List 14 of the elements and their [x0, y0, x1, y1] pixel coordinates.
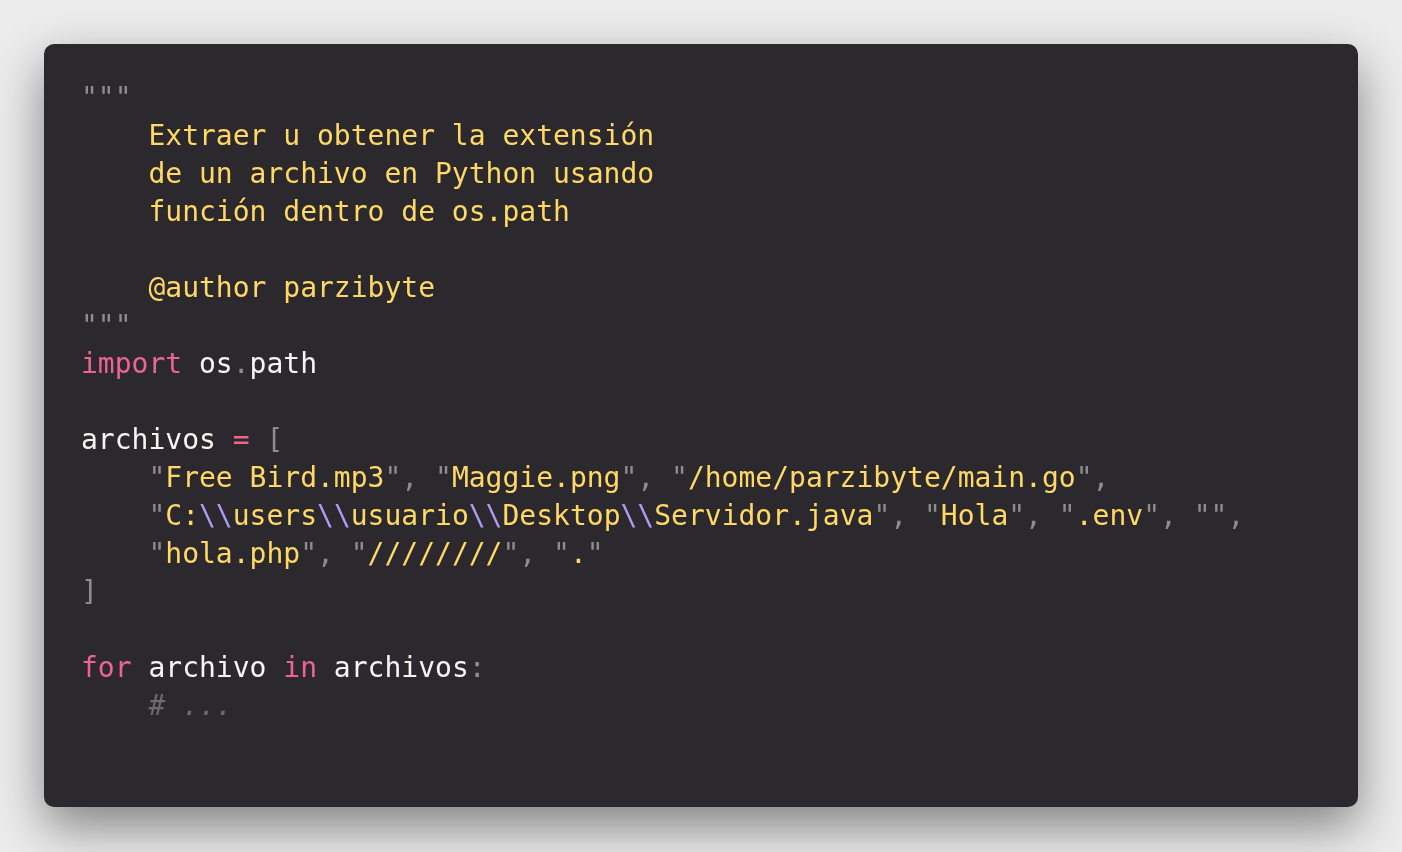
code-comment: # ...: [147, 688, 233, 724]
code-line: "C:\\users\\usuario\\Desktop\\Servidor.java", "Hola", ".env", "",: [147, 498, 1245, 534]
code-line: """: [81, 308, 132, 344]
code-line: ]: [81, 574, 98, 610]
code-line: "Free Bird.mp3", "Maggie.png", "/home/parzibyte/main.go",: [147, 460, 1110, 496]
code-line: Extraer u obtener la extensión: [147, 118, 655, 154]
code-line: """: [81, 80, 132, 116]
code-line: "hola.php", "////////", ".": [147, 536, 604, 572]
code-line: de un archivo en Python usando: [147, 156, 655, 192]
code-line: archivos = [: [81, 422, 284, 458]
code-line: for archivo in archivos:: [81, 650, 486, 686]
code-line: import os.path: [81, 346, 318, 382]
code-line: función dentro de os.path: [147, 194, 570, 230]
code-line: @author parzibyte: [147, 270, 435, 306]
